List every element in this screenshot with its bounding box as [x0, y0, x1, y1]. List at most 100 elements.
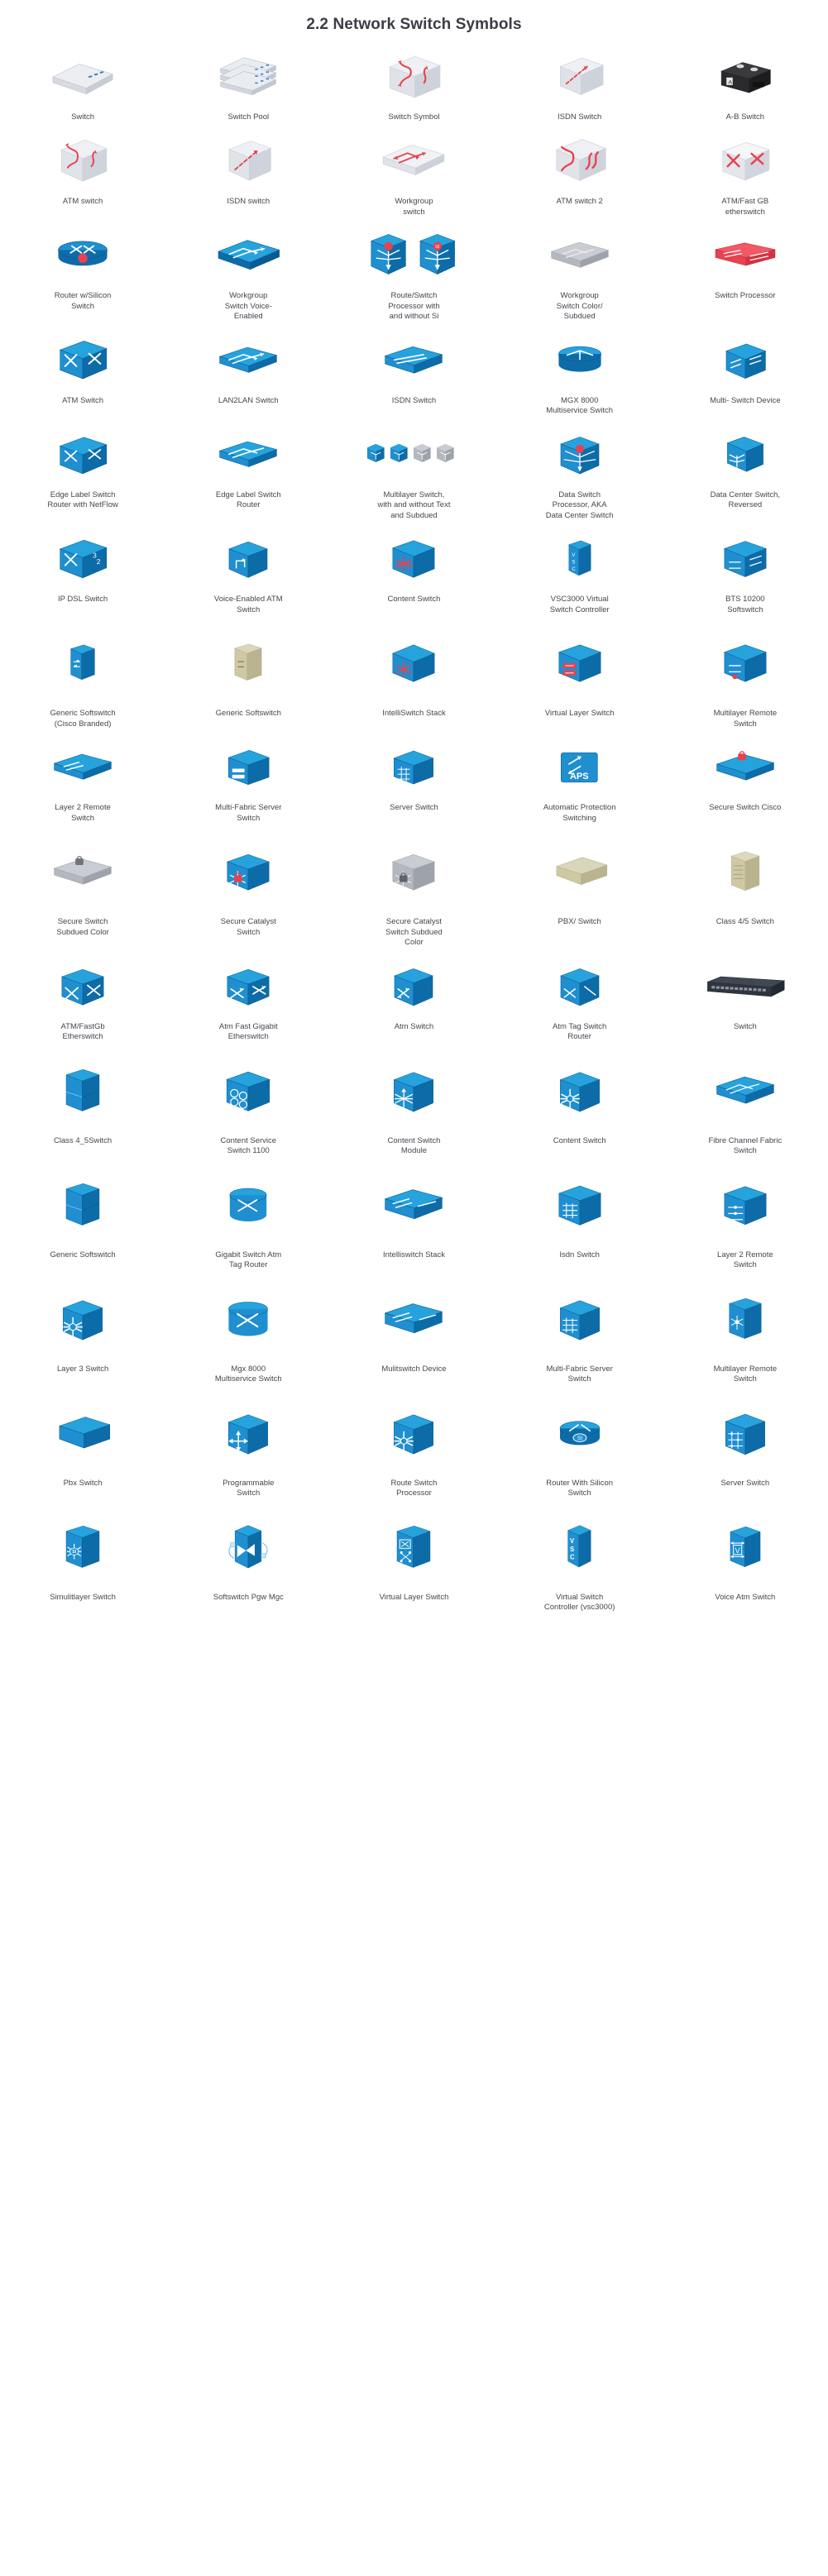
symbol-cell: Route Switch Processor [331, 1385, 496, 1499]
symbol-row [0, 1613, 828, 1622]
multi-switch-device-icon [663, 331, 828, 390]
symbol-cell: Multi- Switch Device [663, 323, 828, 407]
symbol-cell: Multi-Fabric Server Switch [497, 1271, 663, 1385]
svg-text:C: C [572, 567, 576, 572]
switch-isometric-white-icon [0, 47, 165, 107]
symbol-cell: Router w/Silicon Switch [0, 217, 165, 312]
edge-label-switch-netflow-icon [0, 425, 165, 485]
symbol-row: 3 2 IP DSL Switch Voice-Enabled ATM Switch Co… [0, 521, 828, 615]
symbol-label: Server Switch [390, 803, 438, 812]
symbol-cell: Layer 3 Switch [0, 1271, 165, 1375]
intelliswitch-stack-2-icon [331, 1165, 496, 1245]
symbol-label: ISDN switch [227, 197, 270, 206]
router-with-silicon-switch-icon: SI [497, 1393, 663, 1473]
generic-softswitch-icon [165, 624, 331, 703]
isdn-switch-blue-icon [331, 331, 496, 390]
symbol-label: Generic Softswitch [215, 709, 281, 718]
symbol-label: Multi- Switch Device [710, 395, 781, 405]
symbol-cell: Content Switch [497, 1043, 663, 1147]
symbol-cell: Content Service Switch 1100 [165, 1043, 331, 1157]
ab-switch-black-box-icon: A [663, 47, 828, 107]
layer-3-switch-burst-icon [0, 1279, 165, 1359]
symbol-cell: BTS 10200 Softswitch [663, 521, 828, 615]
symbol-cell: Workgroup Switch Voice- Enabled [165, 217, 331, 323]
content-switch-burst-icon [497, 1051, 663, 1130]
secure-catalyst-switch-icon [165, 832, 331, 911]
symbol-cell: ISDN switch [165, 123, 331, 208]
multilayer-remote-switch-icon [663, 624, 828, 703]
symbol-label: Router With Silicon Switch [546, 1478, 614, 1498]
symbol-label: Atm Switch [394, 1021, 434, 1031]
symbol-cell: Secure Catalyst Switch Subdued Color [331, 824, 496, 949]
symbol-label: Content Switch Module [387, 1135, 441, 1156]
vsc3000-virtual-controller-icon: VSC [497, 529, 663, 589]
symbol-label: Route Switch Processor [390, 1478, 438, 1498]
symbol-label: Layer 3 Switch [56, 1364, 109, 1374]
symbol-row: Generic Softswitch Gigabit Switch Atm Tag … [0, 1157, 828, 1271]
symbol-label: Secure Switch Cisco [709, 803, 782, 812]
symbol-cell: Programmable Switch [165, 1385, 331, 1499]
router-silicon-switch-round-icon [0, 226, 165, 285]
generic-softswitch-cisco-icon [0, 624, 165, 703]
symbol-cell: 3 2 IP DSL Switch [0, 521, 165, 605]
symbol-label: IntelliSwitch Stack [382, 709, 446, 718]
symbol-label: Mulitswitch Device [381, 1364, 447, 1374]
symbol-label: Edge Label Switch Router [215, 490, 281, 510]
switch-pool-stack-icon [165, 47, 331, 107]
page-title: 2.2 Network Switch Symbols [306, 16, 522, 33]
server-switch-grid-2-icon [663, 1393, 828, 1473]
symbol-cell: Switch Symbol [331, 39, 496, 123]
symbol-row: ATM Switch LAN2LAN Switch ISDN Switch MGX 8… [0, 323, 828, 417]
symbol-cell: Data Switch Processor, AKA Data Center Swi… [497, 417, 663, 522]
symbol-label: Atm Tag Switch Router [553, 1021, 607, 1042]
symbol-cell: A A-B Switch [663, 39, 828, 123]
symbol-label: Edge Label Switch Router with NetFlow [47, 490, 118, 510]
atm-fastgb-etherswitch-red-icon [663, 131, 828, 191]
symbol-label: MGX 8000 Multiservice Switch [546, 395, 614, 416]
gigabit-switch-atm-tag-icon [165, 1165, 331, 1245]
svg-text:APS: APS [570, 772, 589, 781]
svg-text:S: S [572, 560, 575, 565]
symbol-label: Multilayer Switch, with and without Text a… [377, 490, 451, 520]
symbol-label: ATM switch [62, 197, 103, 206]
symbol-cell: SI Router With Silicon Switch [497, 1385, 663, 1499]
symbol-cell-empty [165, 1613, 331, 1622]
symbol-cell: Generic Softswitch (Cisco Branded) [0, 615, 165, 729]
symbol-label: Generic Softswitch [50, 1250, 116, 1259]
atm-fastgb-etherswitch-blue-icon [0, 957, 165, 1016]
route-switch-processor-pair-icon: SI [331, 226, 496, 285]
symbol-cell: PBX/ Switch [497, 824, 663, 928]
svg-text:A: A [728, 79, 732, 85]
class-4-5-switch-box-icon [0, 1051, 165, 1130]
symbol-label: Content Service Switch 1100 [220, 1135, 277, 1156]
svg-text:SI: SI [72, 1550, 76, 1555]
symbol-label: Router w/Silicon Switch [54, 291, 112, 311]
symbol-cell: Gigabit Switch Atm Tag Router [165, 1157, 331, 1271]
symbol-cell-empty [0, 1613, 165, 1622]
symbol-label: A-B Switch [725, 112, 765, 122]
symbol-label: Layer 2 Remote Switch [55, 803, 111, 823]
ip-dsl-switch-icon: 32 [0, 529, 165, 589]
symbol-row: Edge Label Switch Router with NetFlow Edge… [0, 417, 828, 522]
symbol-label: Programmable Switch [223, 1478, 275, 1498]
pbx-switch-box-icon [0, 1393, 165, 1473]
virtual-layer-switch-2-icon [331, 1508, 496, 1587]
switch-symbol-white-arrows-icon [331, 47, 496, 107]
symbol-cell: Layer 2 Remote Switch [663, 1157, 828, 1271]
symbol-cell: Workgroup Switch Color/Subdued [497, 217, 663, 323]
symbol-row: ATM/FastGb Etherswitch Atm Fast Gigabit Eth… [0, 949, 828, 1043]
symbol-cell: Data Center Switch, Reversed [663, 417, 828, 511]
symbol-label: Switch Pool [227, 112, 270, 122]
simultilayer-switch-si-icon: SI [0, 1508, 165, 1587]
data-switch-processor-icon [497, 425, 663, 485]
symbol-row: Router w/Silicon Switch Workgroup Switch Vo… [0, 217, 828, 323]
symbol-label: Fibre Channel Fabric Switch [708, 1135, 783, 1156]
symbol-label: Softswitch Pgw Mgc [213, 1592, 284, 1602]
symbol-cell: Switch [663, 949, 828, 1033]
symbol-row: ATM switch ISDN switch Workgroup switch ATM … [0, 123, 828, 217]
symbol-cell: LAN2LAN Switch [165, 323, 331, 407]
symbol-label: Workgroup switch [395, 197, 433, 217]
symbol-label: ATM switch 2 [556, 197, 603, 206]
symbol-label: Switch [733, 1021, 757, 1031]
mgx-8000-multiservice-icon [497, 331, 663, 390]
